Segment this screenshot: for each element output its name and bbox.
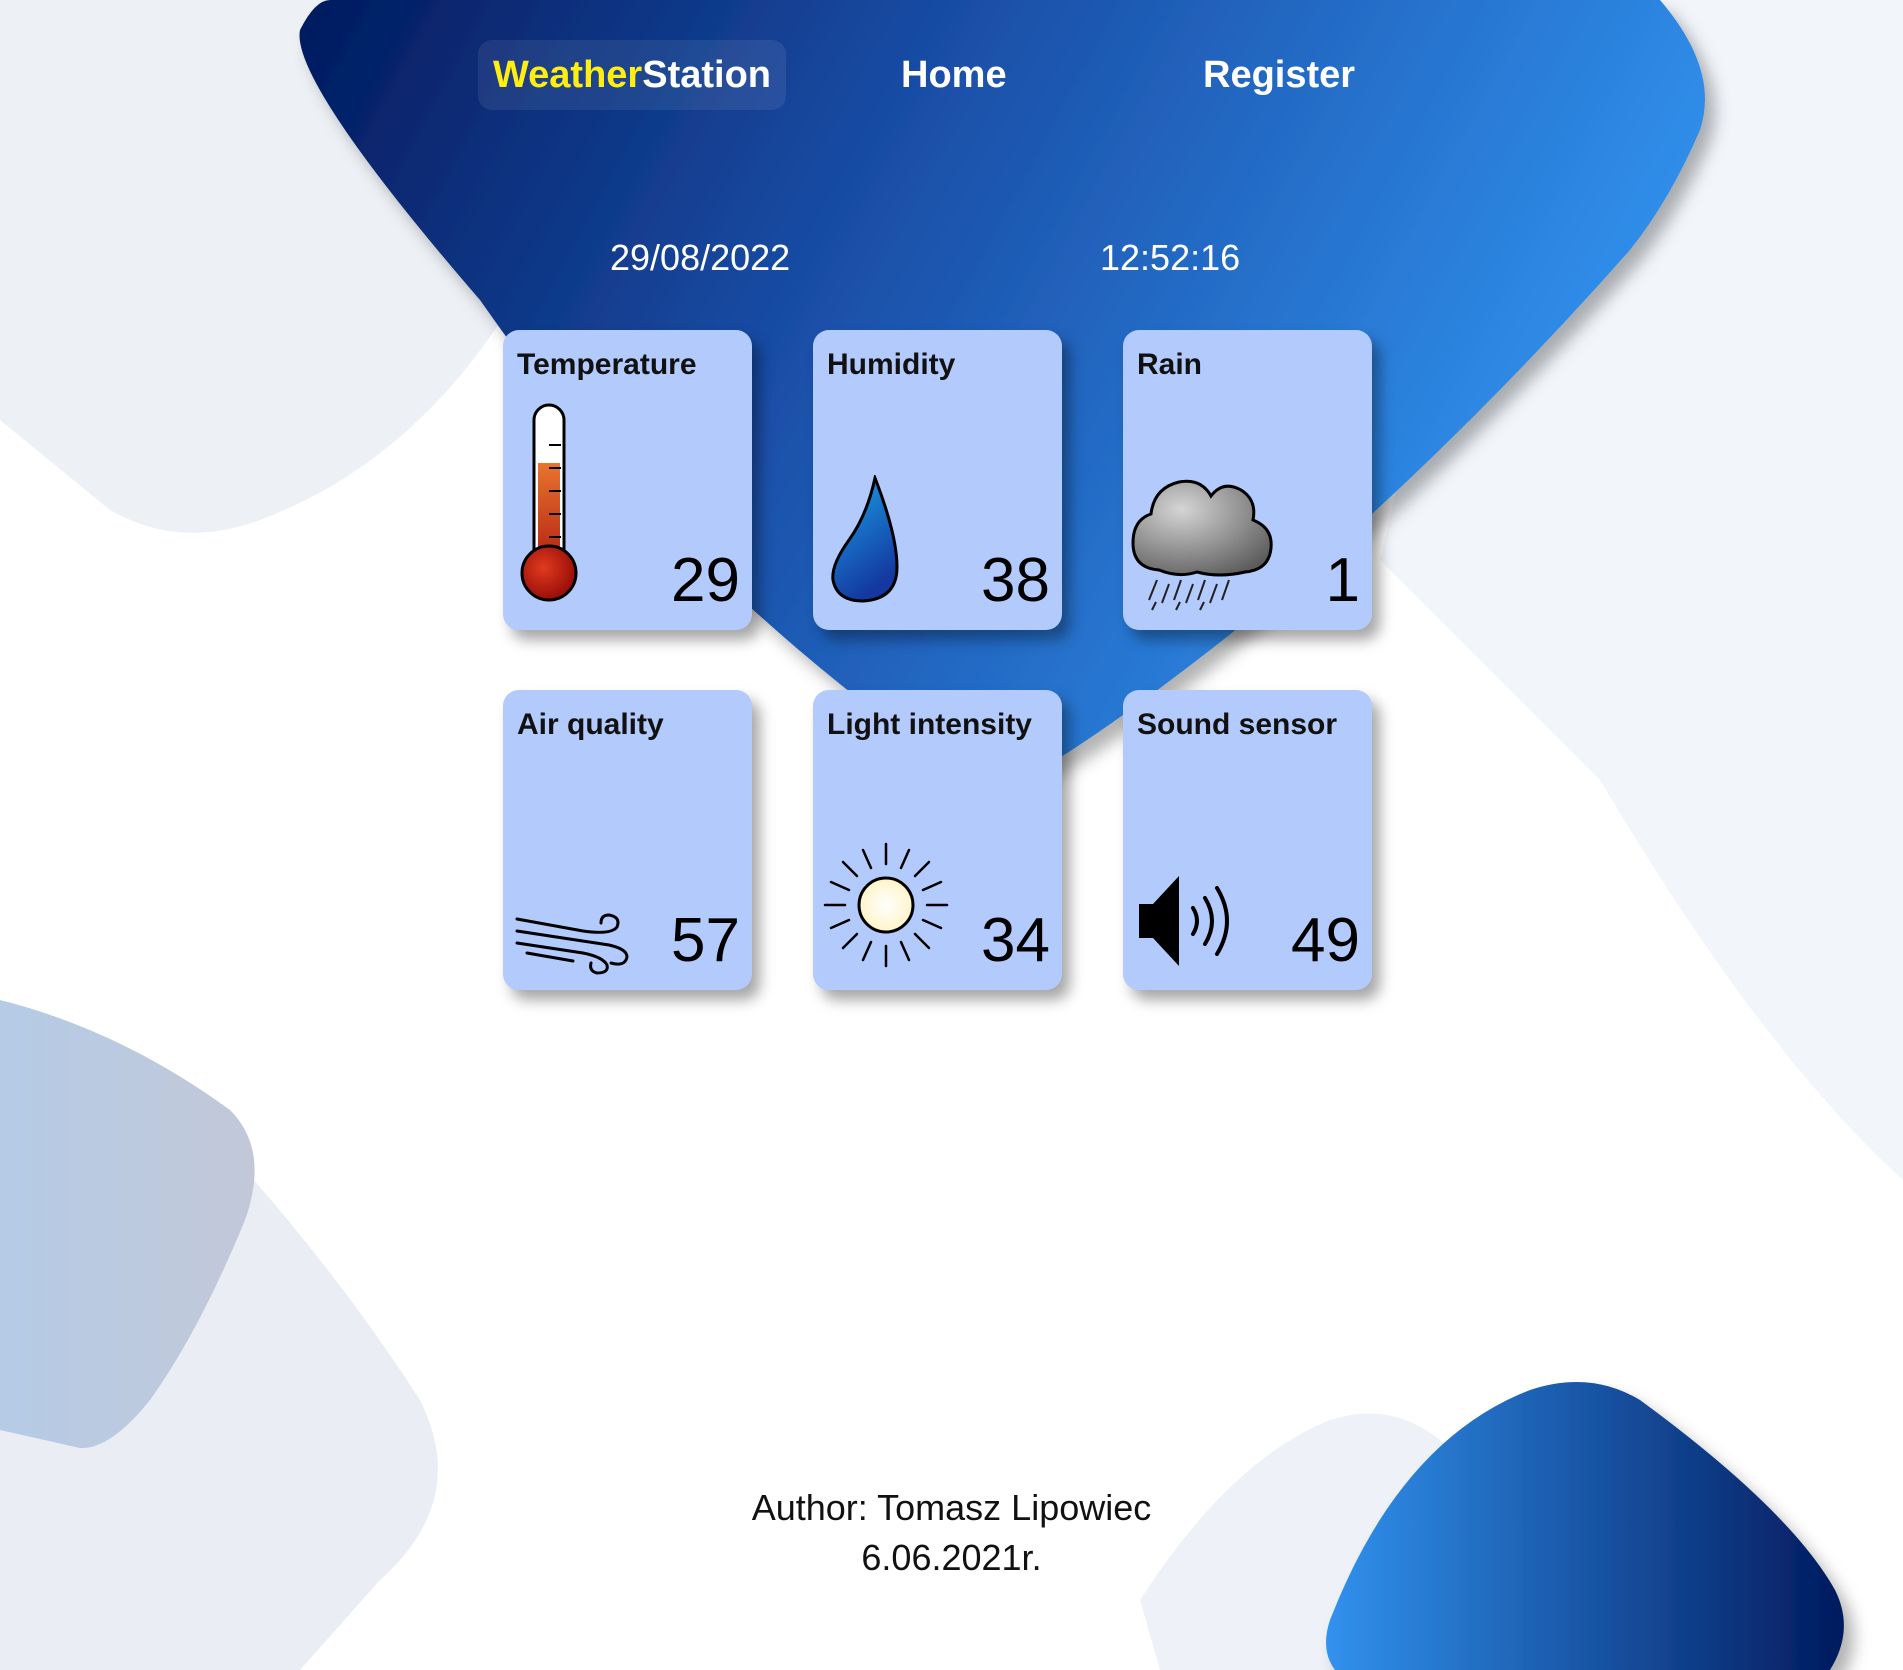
humidity-card: Humidity 38 [813,330,1062,630]
brand-logo-link[interactable]: Weather Station [478,40,786,110]
card-title: Humidity [827,348,956,381]
temperature-value: 29 [671,546,740,615]
sun-icon [823,842,949,968]
rain-value: 1 [1325,546,1360,615]
thermometer-icon [520,403,578,602]
humidity-value: 38 [981,546,1050,615]
temperature-card: Temperature 29 [503,330,752,630]
main-nav: Weather Station Home Register [478,40,1378,110]
air-quality-value: 57 [671,906,740,975]
nav-register-link[interactable]: Register [1203,40,1355,110]
sound-sensor-value: 49 [1291,906,1360,975]
nav-home-link[interactable]: Home [901,40,1007,110]
card-title: Sound sensor [1137,708,1338,741]
brand-station-text: Station [642,53,772,96]
card-title: Temperature [517,348,697,381]
current-time: 12:52:16 [1100,237,1241,278]
light-intensity-card: Light intensity 34 [813,690,1062,990]
card-title: Air quality [517,708,664,741]
light-intensity-value: 34 [981,906,1050,975]
current-date: 29/08/2022 [610,237,791,278]
air-quality-card: Air quality 57 [503,690,752,990]
rain-card: Rain 1 [1123,330,1372,630]
card-title: Rain [1137,348,1203,381]
card-title: Light intensity [827,708,1032,741]
water-drop-icon [831,475,899,603]
footer-date: 6.06.2021r. [861,1537,1042,1578]
sound-sensor-card: Sound sensor 49 [1123,690,1372,990]
wind-icon [515,913,629,975]
speaker-icon [1139,876,1229,966]
rain-cloud-icon [1131,479,1273,611]
brand-weather-text: Weather [492,53,643,96]
footer-author: Author: Tomasz Lipowiec [751,1487,1152,1528]
page-footer: Author: Tomasz Lipowiec 6.06.2021r. [0,1483,1903,1583]
